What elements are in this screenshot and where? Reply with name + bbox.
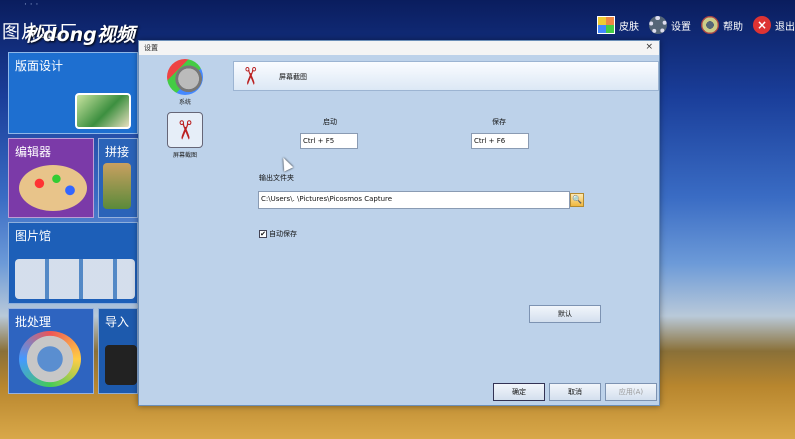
top-actions: 皮肤 设置 帮助 × 退出 <box>597 16 795 34</box>
folder-search-icon: 🔍 <box>572 195 582 204</box>
apply-button[interactable]: 应用(A) <box>605 383 657 401</box>
autosave-label: 自动保存 <box>269 230 297 238</box>
exit-button[interactable]: × 退出 <box>753 16 795 34</box>
tile-import[interactable]: 导入 <box>98 308 138 394</box>
dialog-titlebar: 设置 × <box>139 41 659 55</box>
photo-gallery-icon <box>15 259 135 299</box>
tile-layout-label: 版面设计 <box>15 59 64 73</box>
gear-icon <box>649 16 667 34</box>
tile-editor[interactable]: 编辑器 <box>8 138 94 218</box>
stitch-icon <box>103 163 131 209</box>
window-caption: · · · <box>24 0 39 10</box>
nav-screen-capture[interactable]: ✂ 屏幕截图 <box>165 112 205 159</box>
tile-editor-label: 编辑器 <box>15 145 52 159</box>
tile-layout-design[interactable]: 版面设计 <box>8 52 138 134</box>
tile-import-label: 导入 <box>105 315 130 329</box>
ok-button[interactable]: 确定 <box>493 383 545 401</box>
scissors-icon: ✂ <box>167 112 203 148</box>
settings-dialog: 设置 × 系统 ✂ 屏幕截图 ✂ 屏幕截图 启动 保存 Ctrl + F5 Ct… <box>138 40 660 406</box>
exit-label: 退出 <box>775 21 795 33</box>
tile-stitch-label: 拼接 <box>105 145 130 159</box>
tile-stitch[interactable]: 拼接 <box>98 138 138 218</box>
tile-batch[interactable]: 批处理 <box>8 308 94 394</box>
section-header: ✂ 屏幕截图 <box>233 61 659 91</box>
start-hotkey-label: 启动 <box>323 118 337 126</box>
exit-icon: × <box>753 16 771 34</box>
camera-icon <box>105 345 137 385</box>
default-button[interactable]: 默认 <box>529 305 601 323</box>
skin-icon <box>597 16 615 34</box>
browse-folder-button[interactable]: 🔍 <box>570 193 584 207</box>
dialog-title: 设置 <box>144 44 158 52</box>
section-title: 屏幕截图 <box>279 73 307 81</box>
tile-gallery[interactable]: 图片馆 <box>8 222 138 304</box>
batch-gear-icon <box>19 331 81 387</box>
watermark-logo: 秒dong视频 <box>24 24 135 46</box>
mouse-cursor-icon <box>278 155 294 172</box>
skin-label: 皮肤 <box>619 21 639 33</box>
close-icon[interactable]: × <box>645 42 653 52</box>
system-gear-icon <box>167 59 203 95</box>
skin-button[interactable]: 皮肤 <box>597 16 639 34</box>
autosave-check-icon[interactable]: ✔ <box>259 230 267 238</box>
tile-batch-label: 批处理 <box>15 315 52 329</box>
save-hotkey-label: 保存 <box>492 118 506 126</box>
save-hotkey-field[interactable]: Ctrl + F6 <box>471 133 529 149</box>
start-hotkey-field[interactable]: Ctrl + F5 <box>300 133 358 149</box>
autosave-checkbox[interactable]: ✔ 自动保存 <box>259 229 297 239</box>
help-label: 帮助 <box>723 21 743 33</box>
nav-capture-label: 屏幕截图 <box>172 152 197 159</box>
output-folder-field[interactable]: C:\Users\. \Pictures\Picosmos Capture <box>258 191 570 209</box>
help-button[interactable]: 帮助 <box>701 16 743 34</box>
output-folder-label: 输出文件夹 <box>259 174 294 182</box>
nav-system-label: 系统 <box>178 99 191 106</box>
tile-gallery-label: 图片馆 <box>15 229 52 243</box>
help-icon <box>701 16 719 34</box>
settings-button[interactable]: 设置 <box>649 16 691 34</box>
settings-label: 设置 <box>671 21 691 33</box>
nav-system[interactable]: 系统 <box>165 59 205 106</box>
cancel-button[interactable]: 取消 <box>549 383 601 401</box>
section-scissors-icon: ✂ <box>236 65 265 87</box>
palette-icon <box>19 165 87 211</box>
layout-design-icon <box>75 93 131 129</box>
